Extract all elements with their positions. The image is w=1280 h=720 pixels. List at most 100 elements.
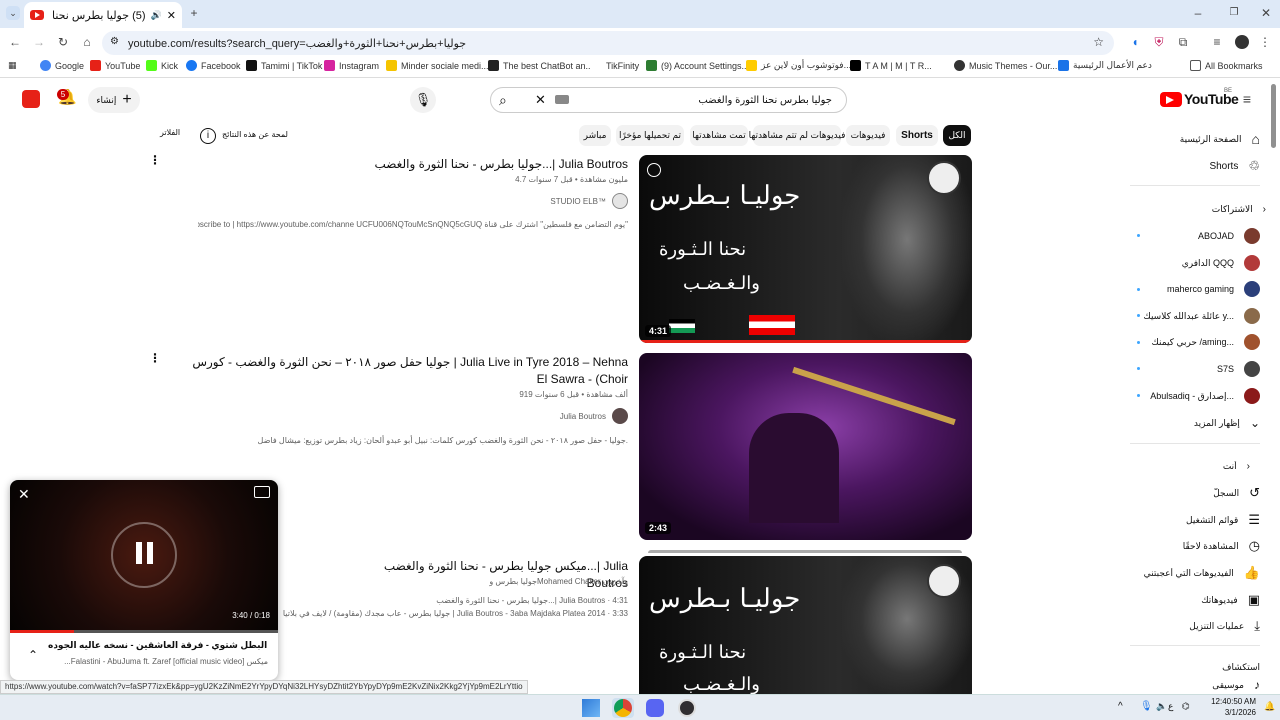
pause-icon[interactable] bbox=[147, 542, 153, 564]
bookmark-instagram[interactable]: Instagram bbox=[324, 60, 379, 71]
new-tab-icon[interactable]: + bbox=[186, 5, 202, 21]
keyboard-icon[interactable] bbox=[555, 95, 569, 104]
pause-bar-left[interactable] bbox=[136, 542, 142, 564]
bookmark-music-themes[interactable]: Music Themes - Our... bbox=[954, 60, 1057, 71]
sidebar-item-history[interactable]: السجلّ ↺ bbox=[1130, 482, 1260, 504]
bookmark-business[interactable]: دعم الأعمال الرئيسية bbox=[1058, 60, 1152, 71]
info-icon[interactable]: i bbox=[200, 128, 216, 144]
tab-youtube[interactable]: (5) جوليا بطرس نحنا الثورة و... 🔊 ✕ bbox=[24, 2, 182, 28]
miniplayer[interactable]: ✕ 3:40 / 0:18 شتوي البطل شتوي - فرقة الع… bbox=[10, 480, 278, 680]
chip-watched[interactable]: تمت مشاهدتها bbox=[690, 125, 748, 146]
network-icon[interactable]: ⌬ bbox=[1182, 701, 1190, 712]
bookmark-x[interactable]: T A M | M | T R... bbox=[850, 60, 932, 71]
obs-icon[interactable] bbox=[678, 699, 696, 717]
channel-avatar[interactable] bbox=[612, 408, 628, 424]
bookmark-star-icon[interactable]: ☆ bbox=[1093, 35, 1104, 49]
window-close-icon[interactable]: ✕ bbox=[1258, 5, 1274, 21]
sidebar-item-home[interactable]: الصفحة الرئيسية ⌂ bbox=[1130, 128, 1260, 150]
notifications-icon[interactable]: 🔔 bbox=[1264, 701, 1275, 712]
chip-videos[interactable]: فيديوهات bbox=[846, 125, 890, 146]
miniplayer-progress-track[interactable] bbox=[10, 630, 278, 633]
bookmark-youtube[interactable]: YouTube bbox=[90, 60, 140, 71]
sidebar-sub-item[interactable]: حربي كيمنك /aming... bbox=[1130, 331, 1260, 353]
filters-button[interactable]: الفلاتر bbox=[160, 128, 180, 137]
sidebar-item-watch-later[interactable]: المشاهدة لاحقًا ◷ bbox=[1130, 535, 1260, 557]
bookmark-account-settings[interactable]: (9) Account Settings... bbox=[646, 60, 749, 71]
chip-live[interactable]: مباشر bbox=[579, 125, 611, 146]
tab-search-icon[interactable]: ⌄ bbox=[6, 6, 20, 20]
clear-search-icon[interactable]: ✕ bbox=[535, 92, 546, 108]
close-miniplayer-icon[interactable]: ✕ bbox=[18, 486, 30, 503]
home-icon[interactable]: ⌂ bbox=[80, 34, 94, 50]
sidebar-item-playlists[interactable]: قوائم التشغيل ☰ bbox=[1130, 509, 1260, 531]
about-results-link[interactable]: لمحة عن هذه النتائج bbox=[222, 130, 288, 139]
sidebar-you-header[interactable]: أنت › bbox=[1130, 455, 1260, 477]
extensions-icon[interactable]: ⧉ bbox=[1176, 34, 1190, 50]
result-title[interactable]: جوليا حفل صور ٢٠١٨ – نحن الثورة والغضب -… bbox=[180, 354, 628, 388]
minimize-icon[interactable]: – bbox=[1190, 5, 1206, 21]
bookmark-chatbot[interactable]: The best ChatBot an... bbox=[488, 60, 593, 71]
sidebar-sub-item[interactable]: S7S bbox=[1130, 358, 1260, 380]
bookmark-photoshop[interactable]: فوتوشوب أون لاين عز... bbox=[746, 60, 851, 71]
hamburger-menu-icon[interactable]: ≡ bbox=[1240, 91, 1254, 107]
tray-mic-icon[interactable]: 🎙 bbox=[1140, 701, 1153, 712]
video-thumbnail[interactable]: 2:43 bbox=[639, 353, 972, 540]
reading-list-icon[interactable]: ≡ bbox=[1210, 34, 1224, 50]
sidebar-item-liked[interactable]: الفيديوهات التي أعجبتني 👍 bbox=[1130, 562, 1260, 584]
mix-thumbnail[interactable]: جوليـا بـطرس نحنا الـثـورة والـغـضـب bbox=[639, 556, 972, 696]
result-title[interactable]: ميكس جوليا بطرس - نحنا الثورة والغضب...|… bbox=[340, 558, 628, 592]
sidebar-item-your-videos[interactable]: فيديوهاتك ▣ bbox=[1130, 589, 1260, 611]
more-actions-icon[interactable]: ⋮ bbox=[149, 154, 161, 166]
shield-extension-icon[interactable]: ⛨ bbox=[1152, 34, 1166, 50]
studio-icon[interactable] bbox=[22, 90, 40, 108]
voice-search-icon[interactable]: 🎙 bbox=[410, 87, 436, 113]
result-title[interactable]: جوليا بطرس - نحنا الثورة والغضب...| Juli… bbox=[340, 156, 628, 173]
sidebar-show-more[interactable]: إظهار المزيد ⌄ bbox=[1130, 412, 1260, 434]
bookmark-tiktok[interactable]: Tamimi | TikTok bbox=[246, 60, 322, 71]
chip-recently-uploaded[interactable]: تم تحميلها مؤخرًا bbox=[616, 125, 684, 146]
clock-time[interactable]: 12:40:50 AM bbox=[1208, 697, 1256, 706]
keyboard-language[interactable]: ع bbox=[1168, 701, 1173, 712]
channel-avatar[interactable] bbox=[612, 193, 628, 209]
windows-start-icon[interactable] bbox=[582, 699, 600, 717]
clock-date[interactable]: 3/1/2026 bbox=[1208, 708, 1256, 717]
sidebar-sub-item[interactable]: maherco gaming bbox=[1130, 278, 1260, 300]
profile-avatar[interactable] bbox=[1235, 35, 1249, 49]
bookmark-google[interactable]: Google bbox=[40, 60, 84, 71]
channel-name[interactable]: Julia Boutros bbox=[560, 412, 606, 421]
sidebar-sub-item[interactable]: ABOJAD bbox=[1130, 225, 1260, 247]
site-info-icon[interactable]: ⚙ bbox=[110, 36, 119, 47]
sidebar-item-downloads[interactable]: عمليات التنزيل ⤓ bbox=[1130, 615, 1260, 637]
back-icon[interactable]: ← bbox=[8, 34, 22, 50]
mix-track[interactable]: جوليا بطرس - نحنا الثورة والغضب...| Juli… bbox=[436, 596, 628, 605]
bookmark-facebook[interactable]: Facebook bbox=[186, 60, 241, 71]
sidebar-scrollbar[interactable] bbox=[1271, 84, 1276, 148]
reload-icon[interactable]: ↻ bbox=[56, 34, 70, 50]
forward-icon[interactable]: → bbox=[32, 34, 46, 50]
sidebar-sub-item[interactable]: الدافري QQQ bbox=[1130, 252, 1260, 274]
restore-icon[interactable]: ❐ bbox=[1226, 5, 1242, 21]
chip-unwatched[interactable]: فيديوهات لم تتم مشاهدتها bbox=[749, 125, 845, 146]
miniplayer-video[interactable]: ✕ 3:40 / 0:18 bbox=[10, 480, 278, 630]
bookmark-kick[interactable]: Kick bbox=[146, 60, 178, 71]
sidebar-sub-item[interactable]: Abulsadiq - إصدارق... bbox=[1130, 385, 1260, 407]
sidebar-sub-item[interactable]: عائلة عبدالله كلاسيك y... bbox=[1130, 305, 1260, 327]
all-bookmarks[interactable]: All Bookmarks bbox=[1190, 60, 1263, 71]
mix-track[interactable]: جوليا بطرس - عاب مجدك (مقاومة) / لايف في… bbox=[283, 609, 628, 618]
apps-grid-icon[interactable]: ▦ bbox=[8, 60, 17, 71]
chip-shorts[interactable]: Shorts bbox=[896, 125, 938, 146]
tray-chevron-icon[interactable]: ^ bbox=[1118, 701, 1123, 712]
volume-icon[interactable]: 🔈 bbox=[1156, 701, 1167, 712]
video-thumbnail[interactable]: جوليـا بـطرس نحنا الـثـورة والـغـضـب 4:3… bbox=[639, 155, 972, 343]
search-input[interactable]: ⌕ ✕ جوليا بطرس نحنا الثورة والغضب bbox=[490, 87, 847, 113]
speaker-icon[interactable]: 🔊 bbox=[151, 10, 162, 21]
tab-close-icon[interactable]: ✕ bbox=[167, 9, 176, 22]
chevron-up-icon[interactable]: ⌃ bbox=[28, 648, 38, 662]
bookmark-minder[interactable]: Minder sociale medi... bbox=[386, 60, 489, 71]
create-button[interactable]: إنشاء + bbox=[88, 87, 140, 113]
address-bar[interactable]: ⚙ youtube.com/results?search_query=جوليا… bbox=[102, 31, 1114, 55]
menu-kebab-icon[interactable]: ⋮ bbox=[1258, 34, 1272, 50]
sidebar-subscriptions-header[interactable]: الاشتراكات › bbox=[1130, 198, 1266, 220]
chrome-taskbar-button[interactable] bbox=[612, 698, 634, 718]
sidebar-item-shorts[interactable]: Shorts ♲ bbox=[1130, 155, 1260, 177]
